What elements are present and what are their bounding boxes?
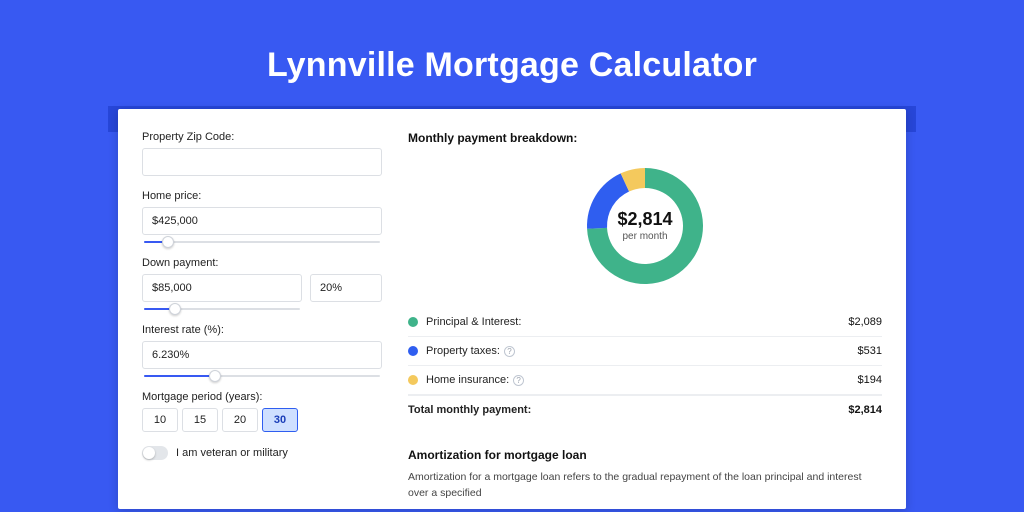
down-payment-slider[interactable] [144,308,300,310]
amortization-body: Amortization for a mortgage loan refers … [408,470,882,502]
amortization-section: Amortization for mortgage loan Amortizat… [408,436,882,502]
breakdown-total-label: Total monthly payment: [408,404,848,416]
mortgage-period-option-30[interactable]: 30 [262,408,298,432]
breakdown-column: Monthly payment breakdown: $2,814 per mo… [408,131,882,509]
breakdown-total-value: $2,814 [848,404,882,416]
page-title: Lynnville Mortgage Calculator [0,0,1024,109]
breakdown-heading: Monthly payment breakdown: [408,131,882,145]
interest-rate-slider[interactable] [144,375,380,377]
donut-center: $2,814 per month [617,209,672,242]
veteran-row: I am veteran or military [142,446,382,460]
mortgage-period-option-10[interactable]: 10 [142,408,178,432]
breakdown-row-value: $531 [858,345,882,357]
breakdown-row-value: $194 [858,374,882,386]
mortgage-period-option-15[interactable]: 15 [182,408,218,432]
down-payment-block: Down payment: [142,257,382,310]
breakdown-total-row: Total monthly payment: $2,814 [408,395,882,424]
interest-rate-slider-fill [144,375,215,377]
breakdown-row-label: Home insurance: ? [426,374,858,386]
interest-rate-input[interactable] [142,341,382,369]
help-icon[interactable]: ? [513,375,524,386]
donut-amount: $2,814 [617,209,672,230]
home-price-slider-thumb[interactable] [162,236,174,248]
down-payment-input[interactable] [142,274,302,302]
breakdown-row: Principal & Interest:$2,089 [408,308,882,337]
down-payment-pct-input[interactable] [310,274,382,302]
donut-sublabel: per month [617,231,672,242]
zip-field-block: Property Zip Code: [142,131,382,176]
inputs-column: Property Zip Code: Home price: Down paym… [142,131,382,509]
down-payment-label: Down payment: [142,257,382,269]
breakdown-row: Property taxes: ?$531 [408,337,882,366]
home-price-slider[interactable] [144,241,380,243]
breakdown-row-label: Property taxes: ? [426,345,858,357]
amortization-heading: Amortization for mortgage loan [408,448,882,462]
veteran-label: I am veteran or military [176,447,288,459]
mortgage-period-label: Mortgage period (years): [142,391,382,403]
help-icon[interactable]: ? [504,346,515,357]
mortgage-period-block: Mortgage period (years): 10152030 [142,391,382,432]
zip-label: Property Zip Code: [142,131,382,143]
home-price-block: Home price: [142,190,382,243]
breakdown-row-label: Principal & Interest: [426,316,848,328]
breakdown-row: Home insurance: ?$194 [408,366,882,395]
legend-swatch [408,317,418,327]
down-payment-slider-thumb[interactable] [169,303,181,315]
interest-rate-slider-thumb[interactable] [209,370,221,382]
mortgage-period-options: 10152030 [142,408,382,432]
calculator-panel: Property Zip Code: Home price: Down paym… [118,109,906,509]
interest-rate-label: Interest rate (%): [142,324,382,336]
mortgage-period-option-20[interactable]: 20 [222,408,258,432]
home-price-label: Home price: [142,190,382,202]
donut-chart: $2,814 per month [408,153,882,298]
legend-swatch [408,346,418,356]
home-price-input[interactable] [142,207,382,235]
legend-swatch [408,375,418,385]
interest-rate-block: Interest rate (%): [142,324,382,377]
zip-input[interactable] [142,148,382,176]
breakdown-rows: Principal & Interest:$2,089Property taxe… [408,308,882,395]
veteran-toggle[interactable] [142,446,168,460]
breakdown-row-value: $2,089 [848,316,882,328]
